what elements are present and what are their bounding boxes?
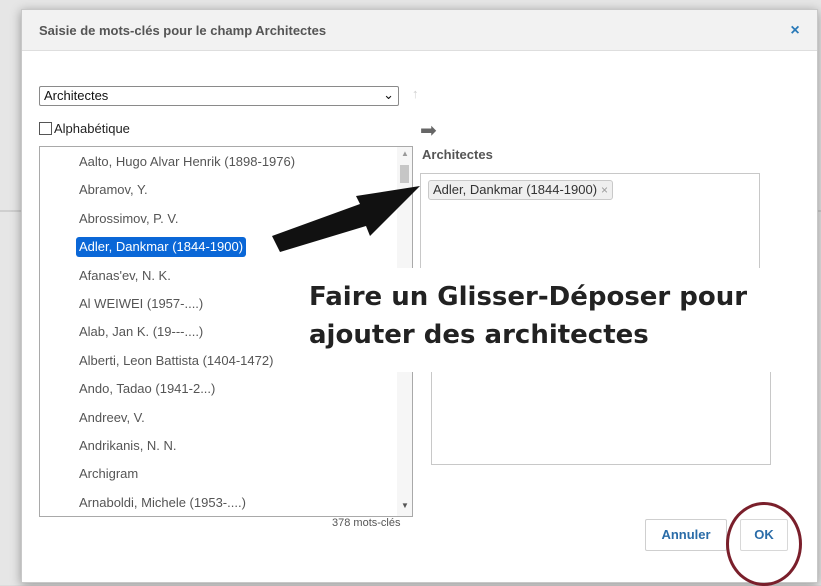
alphabetical-checkbox[interactable]	[39, 122, 52, 135]
arrow-up-icon[interactable]: ↑	[412, 86, 419, 101]
dialog-titlebar: Saisie de mots-clés pour le champ Archit…	[22, 10, 817, 51]
chevron-down-icon: ⌄	[383, 87, 394, 102]
list-item[interactable]: Andrikanis, N. N.	[76, 436, 180, 456]
tag-label: Adler, Dankmar (1844-1900)	[433, 182, 598, 197]
scroll-down-icon[interactable]: ▼	[401, 501, 409, 510]
list-item[interactable]: Adler, Dankmar (1844-1900)	[76, 237, 247, 258]
list-item[interactable]: Andreev, V.	[76, 408, 148, 428]
instruction-callout: Faire un Glisser-Déposer pour ajouter de…	[294, 268, 774, 372]
field-select[interactable]: Architectes ⌄	[39, 86, 399, 106]
list-item[interactable]: Alberti, Leon Battista (1404-1472)	[76, 351, 276, 371]
list-item[interactable]: Ando, Tadao (1941-2...)	[76, 379, 218, 399]
cancel-button[interactable]: Annuler	[645, 519, 727, 551]
list-item[interactable]: Archigram	[76, 464, 141, 484]
field-select-value: Architectes	[44, 88, 109, 103]
list-item[interactable]: Aalto, Hugo Alvar Henrik (1898-1976)	[76, 152, 298, 172]
keyword-count: 378 mots-clés	[332, 517, 401, 529]
keyword-dialog: Saisie de mots-clés pour le champ Archit…	[21, 9, 818, 586]
arrow-right-icon: ➡	[420, 120, 437, 142]
list-item[interactable]: Alab, Jan K. (19---....)	[76, 322, 206, 342]
list-item[interactable]: Afanas'ev, N. K.	[76, 266, 174, 286]
ok-button[interactable]: OK	[740, 519, 788, 551]
list-item[interactable]: Al WEIWEI (1957-....)	[76, 294, 206, 314]
remove-tag-icon[interactable]: ×	[601, 183, 608, 197]
alphabetical-label: Alphabétique	[54, 121, 130, 136]
dialog-title: Saisie de mots-clés pour le champ Archit…	[39, 23, 327, 38]
callout-line-2: ajouter des architectes	[309, 320, 649, 350]
list-item[interactable]: Arnaboldi, Michele (1953-....)	[76, 493, 249, 513]
architects-section-title: Architectes	[422, 147, 493, 162]
scroll-up-icon[interactable]: ▲	[401, 149, 409, 158]
selected-keyword-tag[interactable]: Adler, Dankmar (1844-1900) ×	[428, 180, 614, 200]
scroll-thumb[interactable]	[400, 165, 409, 183]
callout-line-1: Faire un Glisser-Déposer pour	[309, 282, 748, 312]
list-item[interactable]: Abrossimov, P. V.	[76, 209, 181, 229]
close-icon[interactable]: ×	[786, 22, 804, 40]
list-item[interactable]: Abramov, Y.	[76, 180, 151, 200]
